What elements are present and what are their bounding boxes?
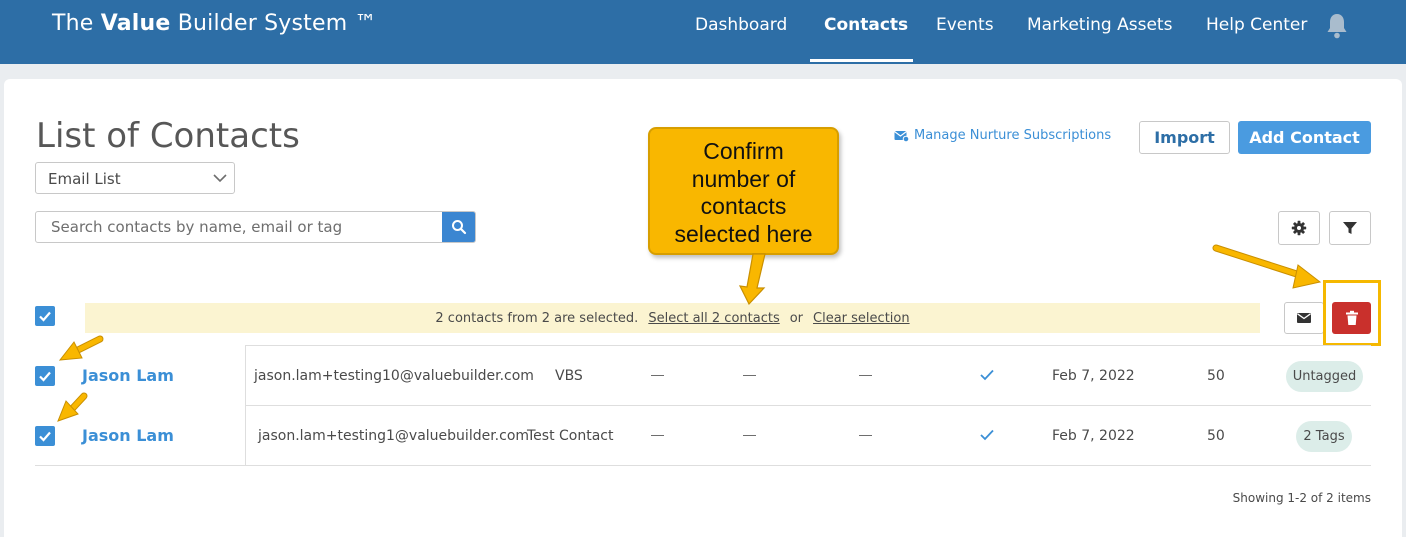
contact-company: Test Contact xyxy=(527,428,614,444)
column-divider xyxy=(245,346,246,466)
empty-cell-dash xyxy=(651,435,664,436)
manage-nurture-label: Manage Nurture Subscriptions xyxy=(914,128,1112,143)
brand-bold: Value xyxy=(100,11,171,36)
nav-help-center[interactable]: Help Center xyxy=(1206,15,1307,35)
brand-prefix: The xyxy=(52,11,94,36)
subscribed-check-icon xyxy=(980,369,994,381)
import-button[interactable]: Import xyxy=(1139,121,1230,154)
callout-line: selected here xyxy=(674,220,813,247)
selection-or-text: or xyxy=(789,310,804,326)
empty-cell-dash xyxy=(743,375,756,376)
checkmark-icon xyxy=(39,311,51,322)
empty-cell-dash xyxy=(651,375,664,376)
search-input[interactable] xyxy=(36,212,444,242)
select-all-link[interactable]: Select all 2 contacts xyxy=(648,311,779,326)
pagination-summary: Showing 1-2 of 2 items xyxy=(1232,491,1371,505)
email-list-select[interactable]: Email List xyxy=(35,162,235,194)
table-bottom-border xyxy=(35,465,1371,466)
contact-company: VBS xyxy=(555,368,583,384)
add-contact-button[interactable]: Add Contact xyxy=(1238,121,1371,154)
nav-contacts[interactable]: Contacts xyxy=(824,15,908,35)
empty-cell-dash xyxy=(743,435,756,436)
checkmark-icon xyxy=(39,431,51,442)
gear-icon xyxy=(1291,220,1307,236)
manage-nurture-link[interactable]: Manage Nurture Subscriptions xyxy=(894,128,1111,143)
callout-line: number of xyxy=(691,165,796,192)
callout-line: Confirm xyxy=(703,138,784,164)
filter-button[interactable] xyxy=(1329,211,1371,245)
active-nav-indicator xyxy=(810,59,913,62)
empty-cell-dash xyxy=(859,435,872,436)
contact-name-link[interactable]: Jason Lam xyxy=(82,426,174,445)
filter-icon xyxy=(1343,222,1357,234)
nav-dashboard[interactable]: Dashboard xyxy=(695,15,787,35)
top-nav-bar: The Value Builder System ™ Dashboard Con… xyxy=(0,0,1406,64)
checkmark-icon xyxy=(39,371,51,382)
annotation-callout: Confirm number of contacts selected here xyxy=(648,127,839,255)
selection-banner: 2 contacts from 2 are selected. Select a… xyxy=(85,303,1260,333)
subscribed-check-icon xyxy=(980,429,994,441)
row-checkbox[interactable] xyxy=(35,426,55,446)
select-all-checkbox[interactable] xyxy=(35,306,55,326)
email-list-select-value: Email List xyxy=(48,170,121,188)
nav-marketing-assets[interactable]: Marketing Assets xyxy=(1027,15,1172,35)
clear-selection-link[interactable]: Clear selection xyxy=(813,311,910,326)
envelope-settings-icon xyxy=(894,130,909,142)
contact-email: jason.lam+testing1@valuebuilder.com xyxy=(258,428,530,444)
contact-email: jason.lam+testing10@valuebuilder.com xyxy=(254,368,534,384)
envelope-icon xyxy=(1297,313,1311,323)
contact-search xyxy=(35,211,476,243)
contact-date: Feb 7, 2022 xyxy=(1052,368,1135,384)
brand-suffix: Builder System ™ xyxy=(177,11,377,36)
tag-badge[interactable]: 2 Tags xyxy=(1296,421,1352,452)
row-checkbox[interactable] xyxy=(35,366,55,386)
row-divider xyxy=(245,405,1371,406)
table-top-border xyxy=(245,345,1371,346)
chevron-down-icon xyxy=(213,174,227,183)
delete-highlight-box xyxy=(1323,280,1381,346)
settings-button[interactable] xyxy=(1278,211,1320,245)
contact-score: 50 xyxy=(1207,368,1225,384)
search-icon xyxy=(451,220,466,235)
empty-cell-dash xyxy=(859,375,872,376)
bell-icon[interactable] xyxy=(1325,12,1349,40)
contact-date: Feb 7, 2022 xyxy=(1052,428,1135,444)
tag-badge[interactable]: Untagged xyxy=(1286,361,1363,392)
search-button[interactable] xyxy=(442,212,475,242)
contact-score: 50 xyxy=(1207,428,1225,444)
selection-count-text: 2 contacts from 2 are selected. xyxy=(435,310,639,326)
page-title: List of Contacts xyxy=(36,116,300,156)
email-selected-button[interactable] xyxy=(1284,302,1324,334)
brand-logo[interactable]: The Value Builder System ™ xyxy=(52,11,377,36)
callout-line: contacts xyxy=(700,193,787,219)
contact-name-link[interactable]: Jason Lam xyxy=(82,366,174,385)
nav-events[interactable]: Events xyxy=(936,15,994,35)
